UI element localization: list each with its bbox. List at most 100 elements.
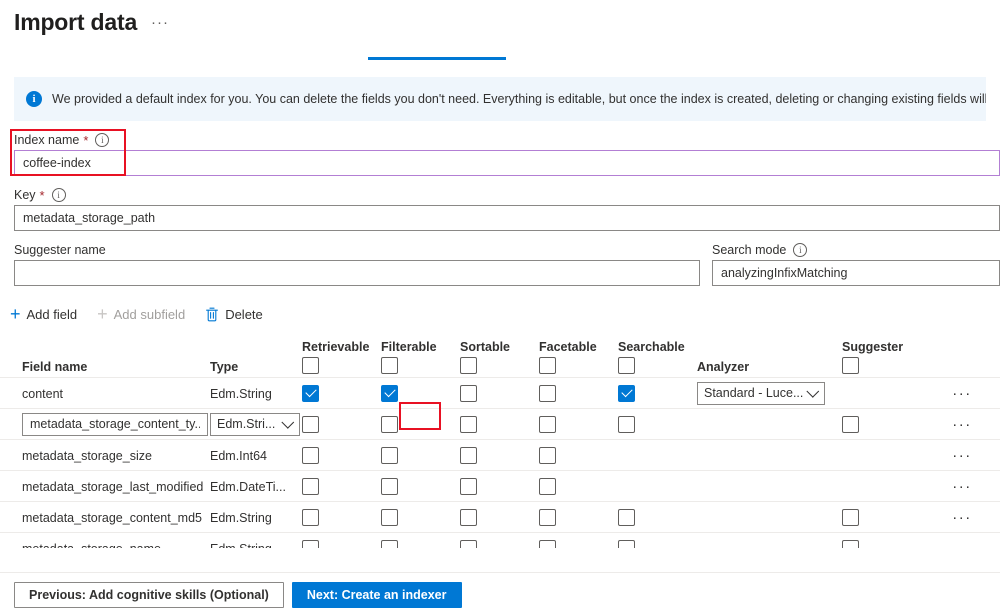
- facetable-checkbox[interactable]: [539, 384, 556, 402]
- suggester-checkbox[interactable]: [842, 539, 859, 549]
- row-more-menu-icon[interactable]: ···: [952, 448, 972, 463]
- cell-type: Edm.DateTi...: [210, 479, 302, 494]
- wizard-footer: Previous: Add cognitive skills (Optional…: [0, 572, 1000, 616]
- cell-sortable: [460, 508, 539, 526]
- index-name-input[interactable]: [14, 150, 1000, 177]
- suggester-name-input[interactable]: [14, 260, 700, 287]
- searchable-checkbox[interactable]: [618, 539, 635, 549]
- cell-filterable: [381, 384, 460, 402]
- cell-field-name: [0, 412, 210, 436]
- next-button[interactable]: Next: Create an indexer: [291, 581, 462, 608]
- select-all-facetable-checkbox[interactable]: [539, 357, 556, 375]
- cell-field-name: metadata_storage_content_md5: [0, 510, 210, 525]
- retrievable-checkbox[interactable]: [302, 508, 319, 526]
- suggester-searchmode-row: Suggester name Search mode i: [14, 243, 1000, 287]
- filterable-checkbox[interactable]: [381, 539, 398, 549]
- column-header-filterable: Filterable: [381, 340, 460, 375]
- cell-row-menu: ···: [932, 448, 992, 463]
- column-header-suggester: Suggester: [842, 340, 932, 375]
- searchable-checkbox[interactable]: [618, 508, 635, 526]
- field-type-dropdown[interactable]: Edm.Stri...: [210, 412, 300, 436]
- facetable-checkbox[interactable]: [539, 508, 556, 526]
- row-more-menu-icon[interactable]: ···: [952, 417, 972, 432]
- row-more-menu-icon[interactable]: ···: [952, 541, 972, 549]
- row-more-menu-icon[interactable]: ···: [952, 386, 972, 401]
- suggester-checkbox[interactable]: [842, 415, 859, 433]
- table-row[interactable]: metadata_storage_content_md5 Edm.String ··…: [0, 502, 1000, 534]
- sortable-checkbox[interactable]: [460, 384, 477, 402]
- index-name-info-icon[interactable]: i: [95, 133, 110, 148]
- facetable-checkbox[interactable]: [539, 446, 556, 464]
- column-header-facetable: Facetable: [539, 340, 618, 375]
- suggester-checkbox[interactable]: [842, 508, 859, 526]
- searchable-checkbox[interactable]: [618, 415, 635, 433]
- select-all-retrievable-checkbox[interactable]: [302, 357, 319, 375]
- column-header-field-name: Field name: [0, 359, 210, 374]
- select-all-filterable-checkbox[interactable]: [381, 357, 398, 375]
- column-label: Filterable: [381, 340, 437, 355]
- facetable-checkbox[interactable]: [539, 415, 556, 433]
- row-more-menu-icon[interactable]: ···: [952, 510, 972, 525]
- filterable-checkbox[interactable]: [381, 508, 398, 526]
- fields-table: Field name Type Retrievable Filterable S…: [0, 336, 1000, 549]
- field-type-text: Edm.Int64: [210, 448, 267, 463]
- trash-icon: [205, 307, 219, 322]
- cell-filterable: [381, 539, 460, 549]
- searchable-checkbox[interactable]: [618, 384, 635, 402]
- field-name-input[interactable]: [22, 412, 208, 436]
- index-form: Index name * i Key * i Suggester name Se…: [0, 129, 1000, 287]
- cell-field-name: content: [0, 386, 210, 401]
- retrievable-checkbox[interactable]: [302, 415, 319, 433]
- facetable-checkbox[interactable]: [539, 477, 556, 495]
- sortable-checkbox[interactable]: [460, 508, 477, 526]
- sortable-checkbox[interactable]: [460, 446, 477, 464]
- filterable-checkbox[interactable]: [381, 446, 398, 464]
- analyzer-dropdown[interactable]: Standard - Luce...: [697, 381, 825, 405]
- key-input[interactable]: [14, 205, 1000, 232]
- header-more-menu-icon[interactable]: ···: [151, 14, 169, 31]
- sortable-checkbox[interactable]: [460, 539, 477, 549]
- field-name-text: metadata_storage_name: [22, 542, 161, 549]
- key-info-icon[interactable]: i: [51, 188, 66, 203]
- cell-searchable: [618, 478, 697, 495]
- add-field-label: Add field: [26, 306, 78, 322]
- retrievable-checkbox[interactable]: [302, 446, 319, 464]
- column-label: Searchable: [618, 340, 685, 355]
- table-row[interactable]: Edm.Stri... ···: [0, 409, 1000, 441]
- key-group: Key * i: [14, 187, 1000, 232]
- row-more-menu-icon[interactable]: ···: [952, 479, 972, 494]
- column-label: Suggester: [842, 340, 904, 355]
- select-all-suggester-checkbox[interactable]: [842, 357, 859, 375]
- info-icon: i: [26, 91, 42, 108]
- chevron-down-icon: [806, 384, 820, 398]
- filterable-checkbox[interactable]: [381, 415, 398, 433]
- retrievable-checkbox[interactable]: [302, 539, 319, 549]
- filterable-checkbox[interactable]: [381, 384, 398, 402]
- search-mode-info-icon[interactable]: i: [793, 243, 808, 258]
- retrievable-checkbox[interactable]: [302, 477, 319, 495]
- add-field-button[interactable]: + Add field: [10, 305, 77, 323]
- cell-row-menu: ···: [932, 417, 992, 432]
- facetable-checkbox[interactable]: [539, 539, 556, 549]
- select-all-sortable-checkbox[interactable]: [460, 357, 477, 375]
- delete-button[interactable]: Delete: [205, 307, 263, 322]
- sortable-checkbox[interactable]: [460, 477, 477, 495]
- field-type-text: Edm.DateTi...: [210, 479, 286, 494]
- cell-suggester: [842, 539, 932, 549]
- select-all-searchable-checkbox[interactable]: [618, 357, 635, 375]
- sortable-checkbox[interactable]: [460, 415, 477, 433]
- search-mode-input[interactable]: [712, 260, 1000, 287]
- key-label-text: Key: [14, 188, 36, 203]
- filterable-checkbox[interactable]: [381, 477, 398, 495]
- previous-button[interactable]: Previous: Add cognitive skills (Optional…: [14, 581, 284, 608]
- cell-retrievable: [302, 384, 381, 402]
- add-subfield-button[interactable]: + Add subfield: [97, 305, 185, 323]
- table-row[interactable]: metadata_storage_name Edm.String ···: [0, 533, 1000, 549]
- cell-suggester: [842, 385, 932, 402]
- table-row[interactable]: metadata_storage_size Edm.Int64 ···: [0, 440, 1000, 472]
- retrievable-checkbox[interactable]: [302, 384, 319, 402]
- required-asterisk: *: [39, 187, 45, 203]
- table-row[interactable]: metadata_storage_last_modified Edm.DateTi…: [0, 471, 1000, 503]
- table-row[interactable]: content Edm.String Standard - Luce... ···: [0, 378, 1000, 410]
- cell-row-menu: ···: [932, 510, 992, 525]
